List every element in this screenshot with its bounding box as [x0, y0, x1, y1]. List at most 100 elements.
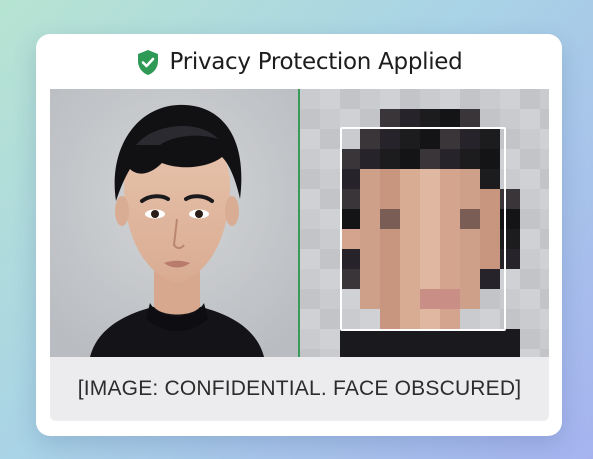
- pixel-block: [320, 189, 340, 209]
- shield-check-icon: [136, 49, 160, 76]
- pixel-block: [480, 109, 500, 129]
- pixel-block: [520, 169, 540, 189]
- pixel-block: [520, 149, 540, 169]
- pixel-block: [540, 329, 549, 349]
- pixel-block: [540, 169, 549, 189]
- pixel-block: [520, 269, 540, 289]
- pixel-block: [520, 129, 540, 149]
- pixel-block: [440, 109, 460, 129]
- pixel-block: [520, 89, 540, 109]
- pixel-block: [520, 309, 540, 329]
- pixel-block: [540, 269, 549, 289]
- pixel-block: [300, 249, 320, 269]
- pixel-block: [300, 189, 320, 209]
- pixel-block: [320, 289, 340, 309]
- pixel-block: [420, 89, 440, 109]
- pixel-block: [460, 349, 480, 357]
- pixel-block: [320, 169, 340, 189]
- pixel-block: [360, 109, 380, 129]
- privacy-card: Privacy Protection Applied [IMAGE: CONFI…: [36, 34, 562, 436]
- pixel-block: [520, 189, 540, 209]
- pixel-block: [300, 349, 320, 357]
- pixel-block: [380, 329, 400, 349]
- pixel-block: [420, 329, 440, 349]
- pixel-block: [340, 349, 360, 357]
- pixel-block: [520, 209, 540, 229]
- pixel-block: [500, 109, 520, 129]
- pixel-block: [300, 309, 320, 329]
- pixel-block: [320, 249, 340, 269]
- pixel-block: [300, 329, 320, 349]
- pixel-block: [540, 89, 549, 109]
- pixel-block: [520, 329, 540, 349]
- original-portrait-image: [50, 89, 300, 357]
- pixel-block: [500, 349, 520, 357]
- pixel-block: [300, 89, 320, 109]
- card-header: Privacy Protection Applied: [36, 44, 562, 80]
- pixel-block: [520, 229, 540, 249]
- caption-text: [IMAGE: CONFIDENTIAL. FACE OBSCURED]: [77, 377, 522, 400]
- pixel-block: [320, 309, 340, 329]
- pixel-block: [500, 329, 520, 349]
- pixel-block: [520, 249, 540, 269]
- pixel-block: [540, 229, 549, 249]
- pixel-block: [300, 169, 320, 189]
- pixel-block: [360, 89, 380, 109]
- pixel-block: [300, 269, 320, 289]
- pixel-block: [540, 129, 549, 149]
- pixel-block: [300, 209, 320, 229]
- pixel-block: [300, 149, 320, 169]
- pixel-block: [320, 229, 340, 249]
- pixel-block: [400, 349, 420, 357]
- pixel-block: [540, 149, 549, 169]
- pixel-block: [300, 109, 320, 129]
- pixel-block: [320, 209, 340, 229]
- pixel-block: [340, 329, 360, 349]
- pixel-block: [460, 109, 480, 129]
- pixel-block: [540, 289, 549, 309]
- pixel-block: [480, 89, 500, 109]
- pixel-block: [540, 349, 549, 357]
- pixel-block: [320, 109, 340, 129]
- pixel-block: [320, 269, 340, 289]
- pixel-block: [480, 349, 500, 357]
- pixel-block: [440, 89, 460, 109]
- pixel-block: [360, 349, 380, 357]
- pixel-block: [340, 89, 360, 109]
- obscured-face-image: [300, 89, 549, 357]
- pixel-block: [320, 89, 340, 109]
- pixel-block: [380, 89, 400, 109]
- pixel-block: [400, 89, 420, 109]
- pixel-block: [400, 109, 420, 129]
- pixel-block: [520, 349, 540, 357]
- pixel-block: [380, 109, 400, 129]
- pixel-block: [300, 129, 320, 149]
- pixel-block: [460, 329, 480, 349]
- page-title: Privacy Protection Applied: [169, 49, 463, 75]
- caption-bar: [IMAGE: CONFIDENTIAL. FACE OBSCURED]: [50, 357, 549, 421]
- face-detection-box: [340, 127, 506, 331]
- pixel-block: [300, 229, 320, 249]
- pixel-block: [520, 109, 540, 129]
- pixel-block: [540, 209, 549, 229]
- pixel-block: [440, 329, 460, 349]
- pixel-block: [300, 289, 320, 309]
- pixel-block: [540, 189, 549, 209]
- pixel-block: [540, 109, 549, 129]
- pixel-block: [540, 249, 549, 269]
- pixel-block: [420, 109, 440, 129]
- pixel-block: [320, 129, 340, 149]
- pixel-block: [420, 349, 440, 357]
- pixel-block: [480, 329, 500, 349]
- pixel-block: [320, 349, 340, 357]
- pixel-block: [340, 109, 360, 129]
- pixel-block: [320, 329, 340, 349]
- pixel-block: [400, 329, 420, 349]
- pixel-block: [380, 349, 400, 357]
- pixel-block: [540, 309, 549, 329]
- pixel-block: [320, 149, 340, 169]
- pixel-block: [520, 289, 540, 309]
- pixel-block: [500, 89, 520, 109]
- pixel-block: [360, 329, 380, 349]
- pixel-block: [460, 89, 480, 109]
